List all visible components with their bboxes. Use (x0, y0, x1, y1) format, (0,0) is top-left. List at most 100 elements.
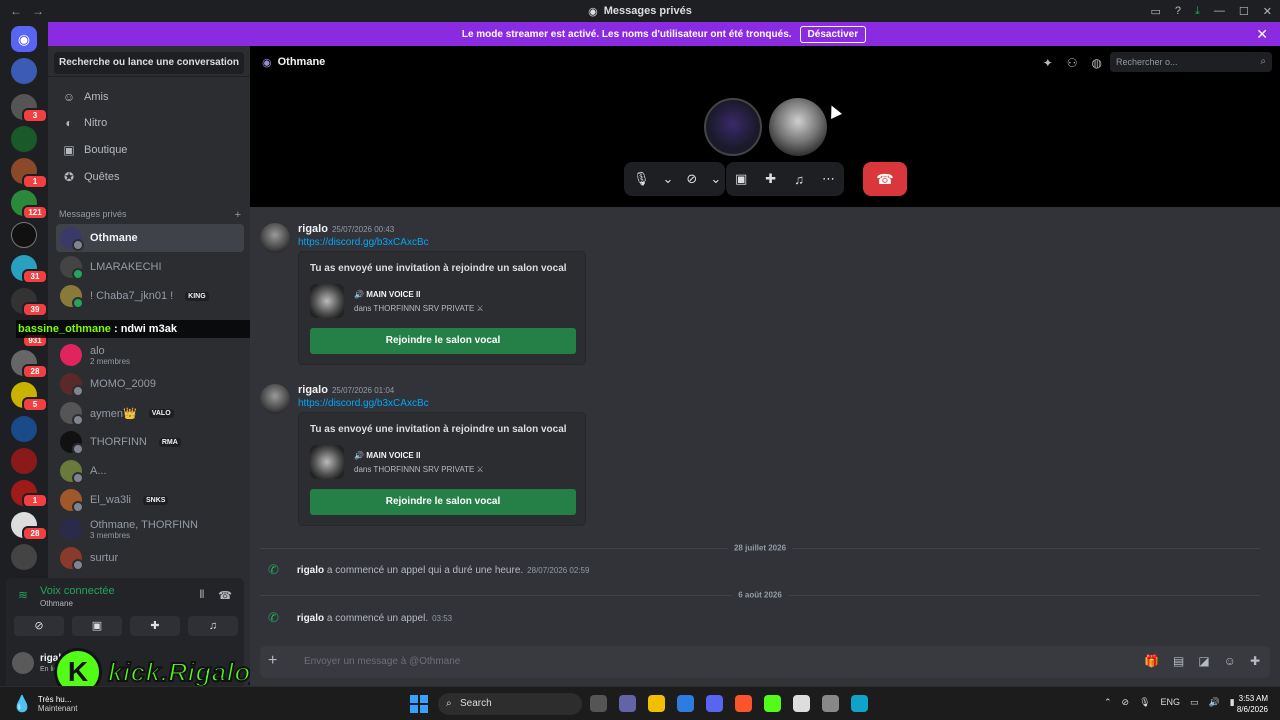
close-icon[interactable]: ✕ (1256, 26, 1268, 43)
file-explorer-icon[interactable] (648, 695, 665, 712)
network-off-icon[interactable]: ⊘ (1122, 697, 1130, 708)
battery-icon[interactable]: ▮ (1230, 697, 1235, 708)
dm-item[interactable]: ! Chaba7_jkn01 ! KING (56, 282, 244, 310)
camera-off-button[interactable]: ⊘ (14, 616, 64, 636)
add-dm-icon[interactable]: + (235, 209, 241, 221)
forward-arrow-icon[interactable]: → (32, 4, 44, 18)
dm-item[interactable]: LMARAKECHI (56, 253, 244, 281)
kick-icon[interactable] (764, 695, 781, 712)
dm-item[interactable]: THORFINN RMA (56, 428, 244, 456)
pin-icon[interactable]: ✦ (1043, 56, 1053, 70)
chevron-down-icon[interactable]: ⌄ (659, 171, 678, 187)
brave-icon[interactable] (735, 695, 752, 712)
author-name[interactable]: rigalo (298, 223, 328, 235)
microphone-icon[interactable]: 🎙 (1139, 697, 1150, 708)
more-icon[interactable]: ⋯ (813, 171, 844, 187)
avatar[interactable] (260, 223, 290, 253)
sticker-icon[interactable]: ◪ (1198, 654, 1209, 668)
gift-icon[interactable]: 🎁 (1144, 654, 1159, 668)
capcut-icon[interactable] (793, 695, 810, 712)
home-button[interactable]: ◉ (11, 26, 37, 52)
nav-item-label: Boutique (84, 144, 128, 156)
start-button[interactable] (410, 695, 428, 713)
call-participant-avatar[interactable] (769, 98, 827, 156)
server-icon[interactable] (11, 448, 37, 474)
voice-connected-panel: ≋ Voix connectée Othmane ⦀ ☎ ⊘ ▣ ✚ ♫ (6, 578, 244, 642)
add-attachment-icon[interactable]: + (268, 652, 277, 670)
download-icon[interactable]: ⤓ (1195, 5, 1200, 18)
dm-members: 3 membres (90, 530, 131, 540)
soundboard-icon[interactable]: ♫ (785, 172, 813, 187)
dm-item[interactable]: aymen👑 VALO (56, 399, 244, 427)
dm-item[interactable]: Othmane, THORFINN 3 membres (56, 515, 244, 543)
avatar[interactable] (260, 384, 290, 414)
volume-icon[interactable]: 🔊 (1209, 697, 1220, 708)
invite-link[interactable]: https://discord.gg/b3xCAxcBc (298, 398, 429, 409)
find-conversation-button[interactable]: Recherche ou lance une conversation (54, 52, 244, 74)
task-view-icon[interactable] (590, 695, 607, 712)
screen-share-icon[interactable]: ▣ (726, 171, 756, 187)
dm-item[interactable]: surtur (56, 544, 244, 572)
message-composer[interactable]: + Envoyer un message à @Othmane 🎁 ▤ ◪ ☺ … (260, 646, 1270, 678)
server-icon[interactable] (11, 222, 37, 248)
server-icon[interactable] (11, 416, 37, 442)
nav-item-nitro[interactable]: ◐ Nitro (56, 110, 244, 136)
activities-button[interactable]: ✚ (130, 616, 180, 636)
display-icon[interactable]: ▭ (1190, 697, 1199, 708)
screen-share-button[interactable]: ▣ (72, 616, 122, 636)
avatar[interactable] (12, 652, 34, 674)
search-input[interactable]: Rechercher o... ⌕ (1110, 52, 1272, 72)
camera-off-icon[interactable]: ⊘ (677, 171, 706, 187)
inbox-icon[interactable]: ▭ (1151, 5, 1161, 18)
author-name[interactable]: rigalo (297, 565, 324, 576)
gif-icon[interactable]: ▤ (1173, 654, 1184, 668)
nav-item-quests[interactable]: ✪ Quêtes (56, 164, 244, 190)
dm-item[interactable]: A... (56, 457, 244, 485)
taskbar-search[interactable]: ⌕ Search (438, 693, 582, 715)
activities-icon[interactable]: ✚ (756, 171, 785, 187)
back-arrow-icon[interactable]: ← (10, 4, 22, 18)
search-placeholder: Rechercher o... (1116, 57, 1178, 67)
teams-icon[interactable] (619, 695, 636, 712)
help-icon[interactable]: ? (1175, 5, 1181, 17)
server-icon[interactable] (11, 58, 37, 84)
disconnect-icon[interactable]: ☎ (218, 589, 232, 602)
server-icon[interactable] (11, 126, 37, 152)
language-indicator[interactable]: ENG (1161, 697, 1181, 708)
server-icon[interactable] (11, 544, 37, 570)
store-icon[interactable] (677, 695, 694, 712)
dm-item[interactable]: MOMO_2009 (56, 370, 244, 398)
invite-link[interactable]: https://discord.gg/b3xCAxcBc (298, 237, 429, 248)
settings-icon[interactable] (822, 695, 839, 712)
chevron-up-icon[interactable]: ⌃ (1104, 697, 1112, 708)
call-participant-avatar[interactable] (704, 98, 762, 156)
chevron-down-icon[interactable]: ⌄ (706, 171, 725, 187)
discord-icon[interactable] (706, 695, 723, 712)
dm-item[interactable]: alo 2 membres (56, 341, 244, 369)
disable-streamer-button[interactable]: Désactiver (799, 25, 867, 43)
clock[interactable]: 3:53 AM 8/6/2026 (1237, 693, 1268, 715)
maximize-icon[interactable]: ☐ (1239, 5, 1249, 18)
close-window-icon[interactable]: ✕ (1263, 5, 1272, 18)
noise-suppression-icon[interactable]: ⦀ (199, 589, 204, 602)
microphone-icon[interactable]: 🎙 (624, 171, 659, 187)
minimize-icon[interactable]: — (1214, 5, 1225, 17)
dm-item[interactable]: Othmane (56, 224, 244, 252)
nav-item-shop[interactable]: ▣ Boutique (56, 137, 244, 163)
join-voice-button[interactable]: Rejoindre le salon vocal (310, 489, 576, 515)
emoji-icon[interactable]: ☺ (1224, 654, 1236, 668)
nav-item-friends[interactable]: ☺ Amis (56, 84, 244, 110)
edge-icon[interactable] (851, 695, 868, 712)
profile-icon[interactable]: ◍ (1092, 56, 1102, 70)
dm-name: alo (90, 344, 105, 357)
add-friend-icon[interactable]: ⚇ (1067, 56, 1078, 70)
author-name[interactable]: rigalo (298, 384, 328, 396)
apps-icon[interactable]: ✚ (1250, 654, 1260, 668)
join-voice-button[interactable]: Rejoindre le salon vocal (310, 328, 576, 354)
voice-status[interactable]: Voix connectée (40, 585, 115, 597)
end-call-button[interactable]: ☎ (863, 162, 907, 196)
soundboard-button[interactable]: ♫ (188, 616, 238, 636)
dm-item[interactable]: El_wa3li SNKS (56, 486, 244, 514)
author-name[interactable]: rigalo (297, 613, 324, 624)
weather-widget[interactable]: 💧 Très hu... Maintenant (12, 694, 78, 714)
